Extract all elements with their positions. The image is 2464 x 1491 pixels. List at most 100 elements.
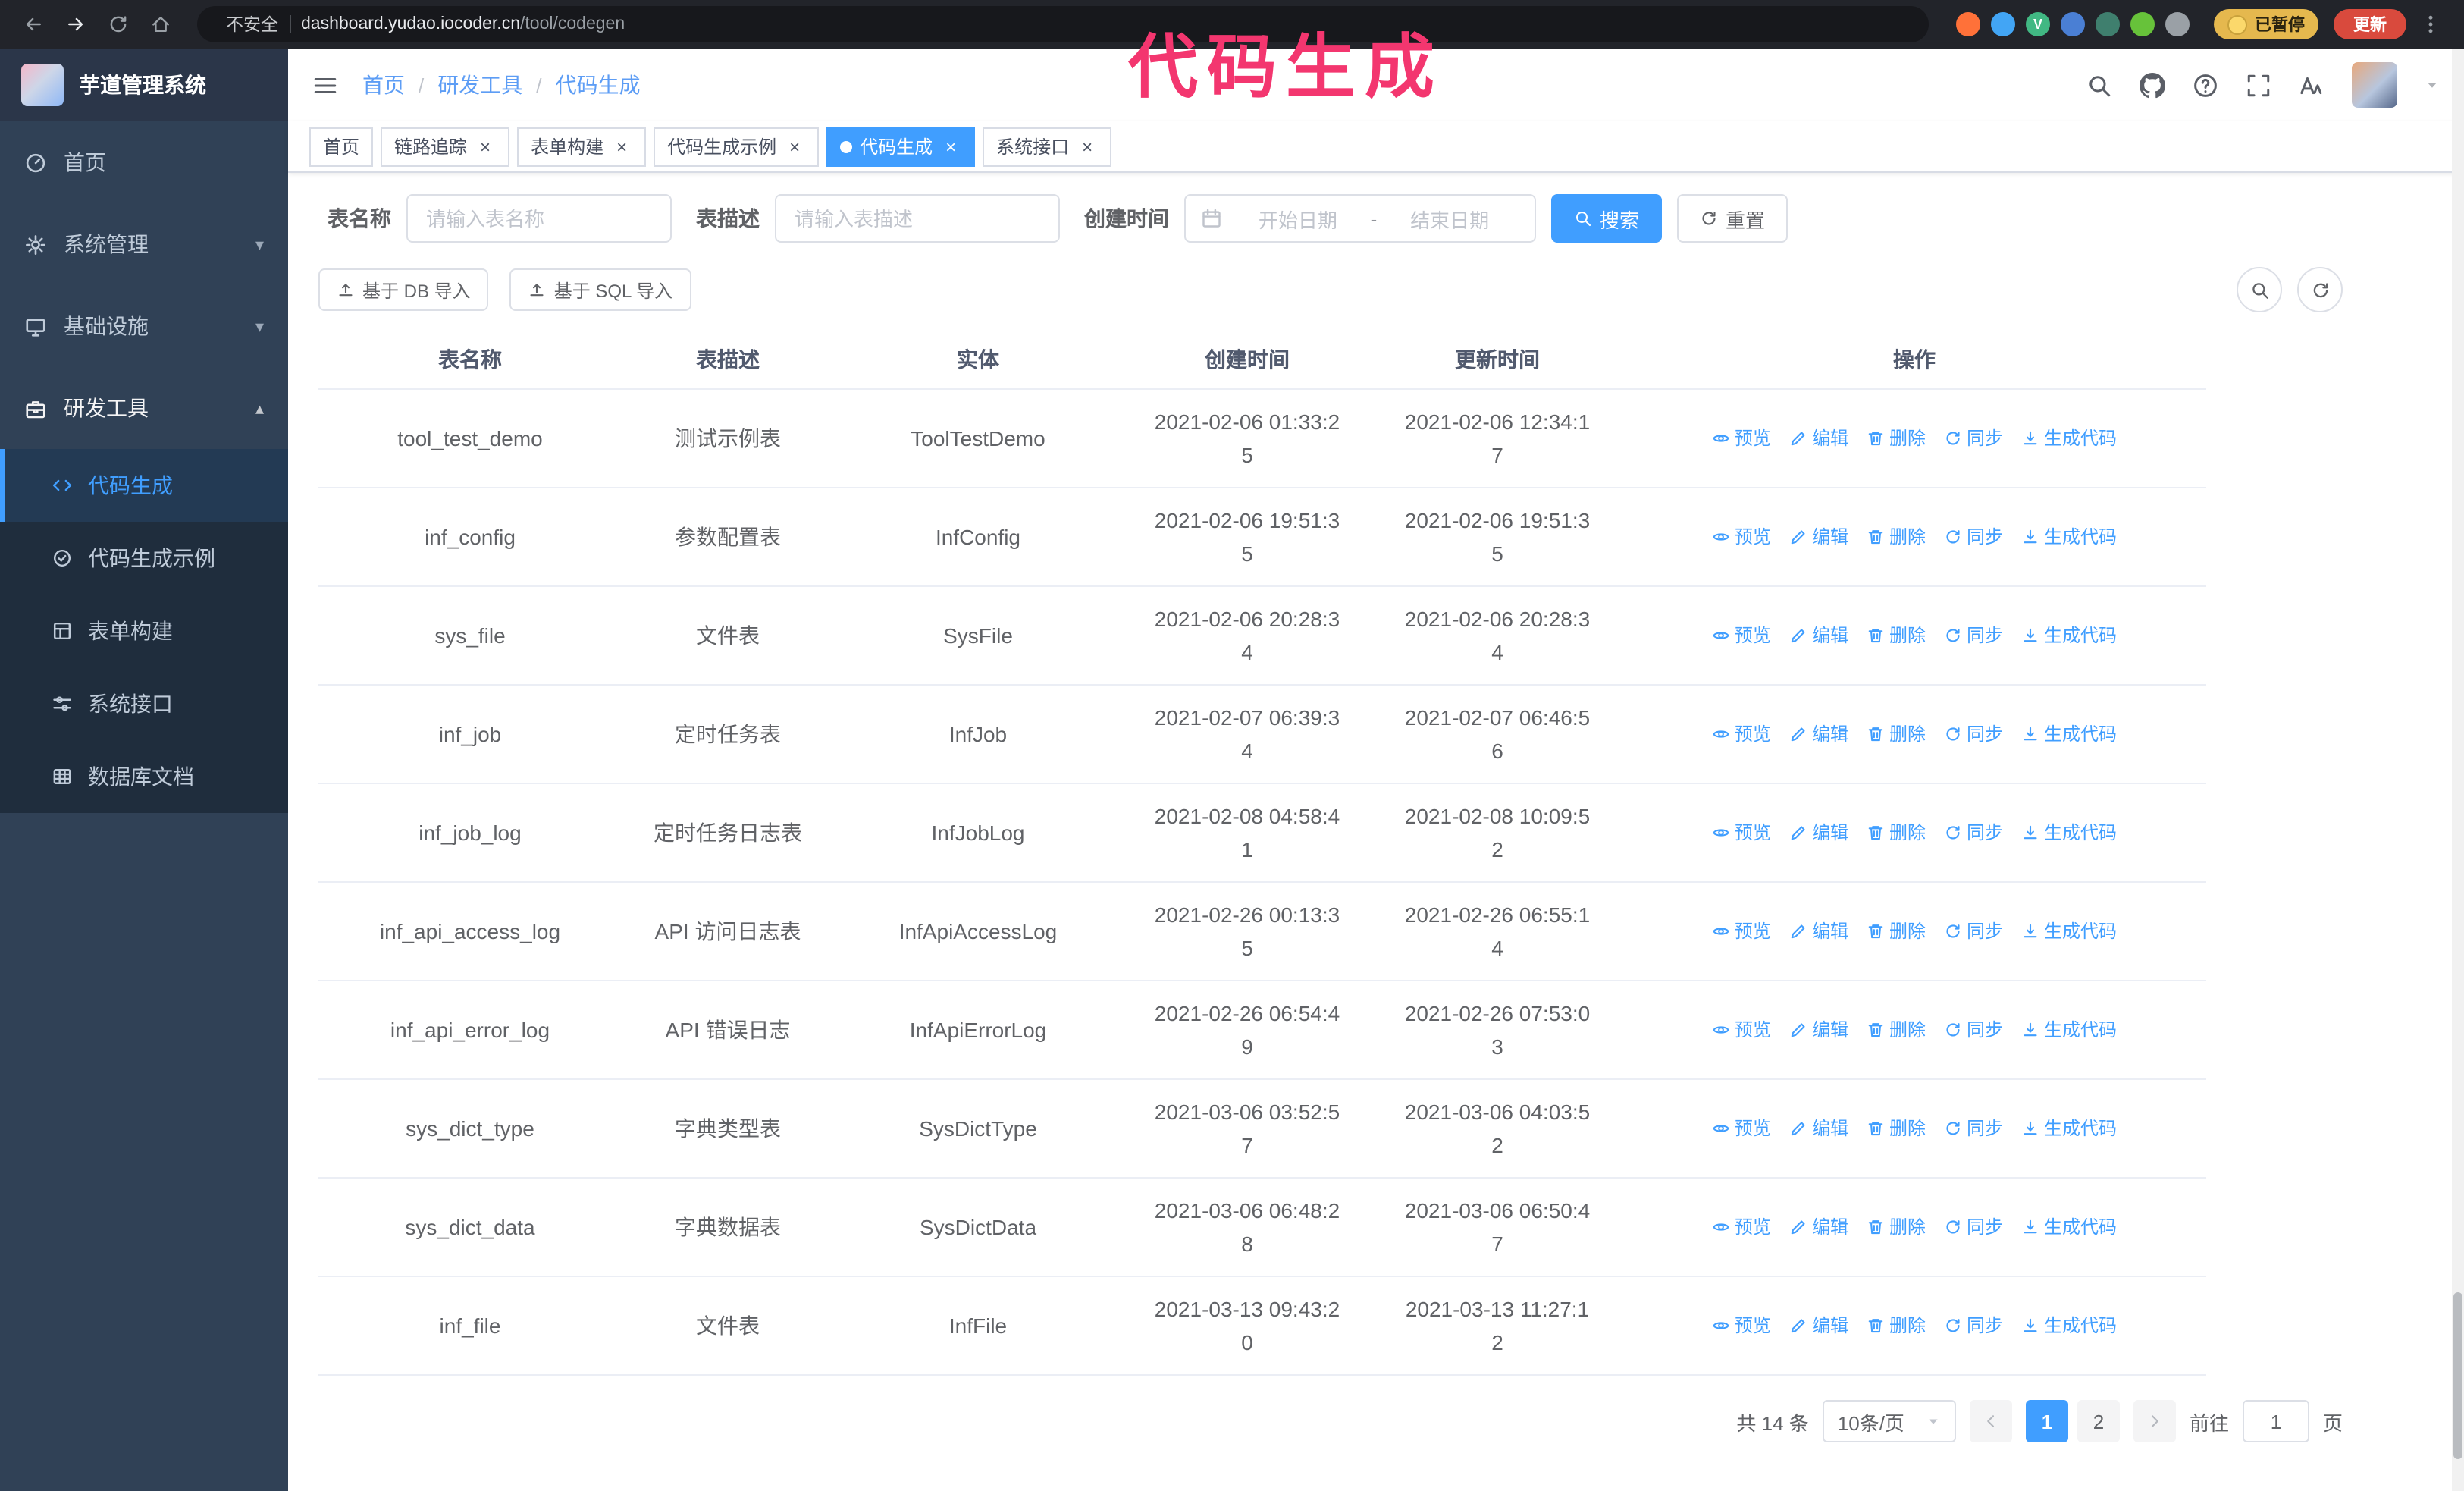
refresh-table-button[interactable] [2297,267,2343,312]
action-preview[interactable]: 预览 [1712,519,1771,553]
action-edit[interactable]: 编辑 [1789,914,1848,947]
extension-orange-icon[interactable] [1956,12,1980,36]
action-preview[interactable]: 预览 [1712,1012,1771,1046]
breadcrumb-codegen[interactable]: 代码生成 [556,70,641,100]
sidebar-item-home[interactable]: 首页 [0,121,288,203]
tab-close-icon[interactable]: × [940,136,961,157]
action-generate-code[interactable]: 生成代码 [2021,1210,2117,1243]
sidebar-subitem-form-builder[interactable]: 表单构建 [0,595,288,667]
action-preview[interactable]: 预览 [1712,618,1771,651]
scrollbar-track[interactable] [2452,49,2464,1491]
action-delete[interactable]: 删除 [1867,717,1926,750]
action-edit[interactable]: 编辑 [1789,1111,1848,1144]
extension-teal-icon[interactable] [2096,12,2120,36]
sidebar-item-infra[interactable]: 基础设施 ▾ [0,285,288,367]
tab-codegen-example[interactable]: 代码生成示例 × [654,127,820,166]
tab-trace[interactable]: 链路追踪 × [381,127,510,166]
action-delete[interactable]: 删除 [1867,1210,1926,1243]
action-generate-code[interactable]: 生成代码 [2021,421,2117,454]
action-preview[interactable]: 预览 [1712,1308,1771,1342]
extension-blue-drop-icon[interactable] [1991,12,2015,36]
action-sync[interactable]: 同步 [1944,717,2003,750]
collapse-sidebar-icon[interactable] [312,72,338,98]
tab-api[interactable]: 系统接口 × [983,127,1112,166]
breadcrumb-home[interactable]: 首页 [362,70,405,100]
caret-down-icon[interactable] [2425,77,2440,93]
fullscreen-icon[interactable] [2246,72,2271,98]
action-delete[interactable]: 删除 [1867,914,1926,947]
table-name-input[interactable] [406,194,672,243]
action-generate-code[interactable]: 生成代码 [2021,618,2117,651]
sidebar-subitem-db-doc[interactable]: 数据库文档 [0,740,288,813]
tab-home[interactable]: 首页 [309,127,374,166]
action-delete[interactable]: 删除 [1867,1111,1926,1144]
action-delete[interactable]: 删除 [1867,1308,1926,1342]
extension-puzzle-icon[interactable] [2165,12,2190,36]
action-sync[interactable]: 同步 [1944,421,2003,454]
user-avatar[interactable] [2352,62,2397,108]
tab-close-icon[interactable]: × [611,136,632,157]
action-sync[interactable]: 同步 [1944,914,2003,947]
extension-people-icon[interactable] [2061,12,2085,36]
action-preview[interactable]: 预览 [1712,1111,1771,1144]
tab-close-icon[interactable]: × [475,136,496,157]
action-delete[interactable]: 删除 [1867,618,1926,651]
sidebar-item-dev-tools[interactable]: 研发工具 ▴ [0,367,288,449]
profile-paused-badge[interactable]: 已暂停 [2214,9,2318,39]
font-size-icon[interactable] [2299,72,2324,98]
action-preview[interactable]: 预览 [1712,421,1771,454]
next-page-button[interactable] [2133,1400,2176,1442]
action-sync[interactable]: 同步 [1944,618,2003,651]
action-sync[interactable]: 同步 [1944,1210,2003,1243]
action-generate-code[interactable]: 生成代码 [2021,1012,2117,1046]
sidebar-subitem-api[interactable]: 系统接口 [0,667,288,740]
page-button-2[interactable]: 2 [2077,1400,2120,1442]
tab-codegen[interactable]: 代码生成 × [826,127,976,166]
action-preview[interactable]: 预览 [1712,717,1771,750]
address-bar[interactable]: 不安全 dashboard.yudao.iocoder.cn/tool/code… [197,6,1929,42]
prev-page-button[interactable] [1969,1400,2012,1442]
action-sync[interactable]: 同步 [1944,815,2003,849]
table-desc-input[interactable] [775,194,1060,243]
page-size-select[interactable]: 10条/页 [1822,1400,1956,1442]
browser-menu-icon[interactable] [2412,6,2449,42]
date-range-picker[interactable]: 开始日期 - 结束日期 [1184,194,1536,243]
action-sync[interactable]: 同步 [1944,1111,2003,1144]
toggle-search-button[interactable] [2237,267,2282,312]
action-delete[interactable]: 删除 [1867,1012,1926,1046]
extension-leaf-icon[interactable] [2130,12,2155,36]
sidebar-subitem-codegen-example[interactable]: 代码生成示例 [0,522,288,595]
action-edit[interactable]: 编辑 [1789,815,1848,849]
back-icon[interactable] [15,6,52,42]
action-sync[interactable]: 同步 [1944,1012,2003,1046]
action-generate-code[interactable]: 生成代码 [2021,914,2117,947]
sidebar-item-system[interactable]: 系统管理 ▾ [0,203,288,285]
sidebar-subitem-codegen[interactable]: 代码生成 [0,449,288,522]
action-edit[interactable]: 编辑 [1789,1210,1848,1243]
home-icon[interactable] [143,6,179,42]
update-button[interactable]: 更新 [2334,9,2406,39]
reset-button[interactable]: 重置 [1677,194,1788,243]
action-edit[interactable]: 编辑 [1789,1308,1848,1342]
app-logo[interactable]: 芋道管理系统 [0,49,288,121]
page-button-1[interactable]: 1 [2025,1400,2068,1442]
action-preview[interactable]: 预览 [1712,815,1771,849]
github-icon[interactable] [2140,72,2165,98]
tab-close-icon[interactable]: × [1077,136,1098,157]
action-delete[interactable]: 删除 [1867,815,1926,849]
action-preview[interactable]: 预览 [1712,1210,1771,1243]
tab-close-icon[interactable]: × [784,136,805,157]
breadcrumb-dev-tools[interactable]: 研发工具 [437,70,522,100]
action-generate-code[interactable]: 生成代码 [2021,815,2117,849]
action-sync[interactable]: 同步 [1944,1308,2003,1342]
action-edit[interactable]: 编辑 [1789,519,1848,553]
action-edit[interactable]: 编辑 [1789,1012,1848,1046]
action-sync[interactable]: 同步 [1944,519,2003,553]
action-generate-code[interactable]: 生成代码 [2021,1111,2117,1144]
action-edit[interactable]: 编辑 [1789,717,1848,750]
help-icon[interactable] [2193,72,2218,98]
scrollbar-thumb[interactable] [2453,1292,2462,1459]
search-button[interactable]: 搜索 [1551,194,1663,243]
forward-icon[interactable] [58,6,94,42]
tab-form-builder[interactable]: 表单构建 × [517,127,647,166]
